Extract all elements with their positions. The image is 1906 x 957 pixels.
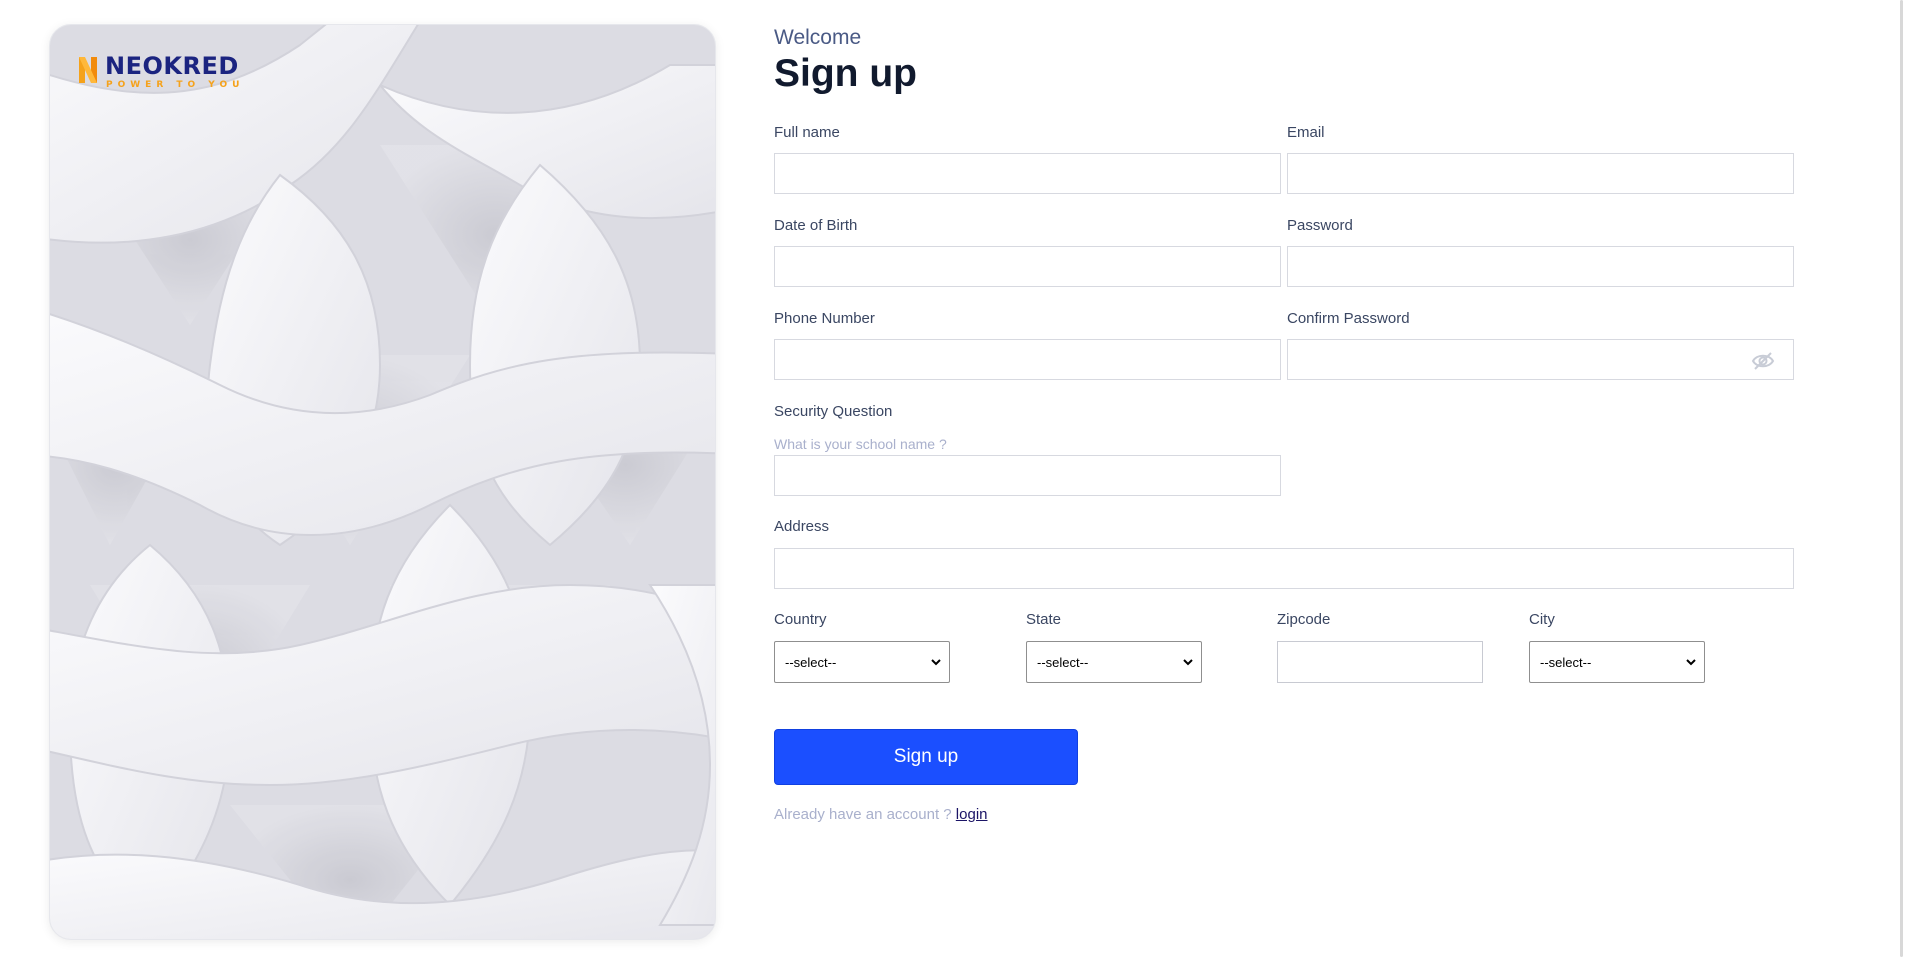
email-input[interactable] — [1287, 153, 1794, 194]
brand-logo: NEOKRED POWER TO YOU — [77, 53, 244, 90]
address-input[interactable] — [774, 548, 1794, 589]
security-question-label: Security Question — [774, 403, 893, 420]
neokred-logo-icon — [79, 57, 97, 83]
chevron-down-icon — [1183, 658, 1193, 665]
security-question-text: What is your school name ? — [774, 436, 947, 452]
login-prompt-text: Already have an account ? — [774, 806, 952, 823]
page-title: Sign up — [774, 52, 917, 95]
country-select[interactable]: --select-- — [774, 641, 950, 683]
dob-label: Date of Birth — [774, 217, 858, 234]
confirm-password-input[interactable] — [1287, 339, 1794, 380]
form-header: Welcome Sign up — [774, 26, 1794, 97]
email-label: Email — [1287, 124, 1325, 141]
brand-tagline: POWER TO YOU — [106, 80, 245, 90]
abstract-pattern-background — [50, 25, 715, 939]
page-scrollbar[interactable] — [1896, 0, 1906, 957]
password-input[interactable] — [1287, 246, 1794, 287]
full-name-input[interactable] — [774, 153, 1281, 194]
state-selected-value: --select-- — [1037, 654, 1089, 670]
city-select[interactable]: --select-- — [1529, 641, 1705, 683]
phone-input[interactable] — [774, 339, 1281, 380]
country-selected-value: --select-- — [785, 654, 837, 670]
address-label: Address — [774, 518, 830, 535]
sign-up-button[interactable]: Sign up — [774, 729, 1078, 785]
zipcode-label: Zipcode — [1277, 611, 1331, 628]
dob-input[interactable] — [774, 246, 1281, 287]
confirm-password-label: Confirm Password — [1287, 310, 1410, 327]
city-selected-value: --select-- — [1540, 654, 1592, 670]
zipcode-input[interactable] — [1277, 641, 1483, 683]
eye-off-icon[interactable] — [1751, 351, 1775, 371]
full-name-label: Full name — [774, 124, 840, 141]
state-select[interactable]: --select-- — [1026, 641, 1202, 683]
hero-image-panel: NEOKRED POWER TO YOU — [49, 24, 716, 940]
city-label: City — [1529, 611, 1555, 628]
chevron-down-icon — [931, 658, 941, 665]
phone-label: Phone Number — [774, 310, 875, 327]
security-answer-input[interactable] — [774, 455, 1281, 496]
brand-name: NEOKRED — [105, 52, 239, 80]
welcome-text: Welcome — [774, 26, 862, 49]
password-label: Password — [1287, 217, 1353, 234]
chevron-down-icon — [1686, 658, 1696, 665]
scrollbar-thumb[interactable] — [1900, 0, 1903, 957]
country-label: Country — [774, 611, 827, 628]
login-link[interactable]: login — [956, 806, 988, 823]
login-prompt: Already have an account ? login — [774, 806, 988, 823]
state-label: State — [1026, 611, 1062, 628]
